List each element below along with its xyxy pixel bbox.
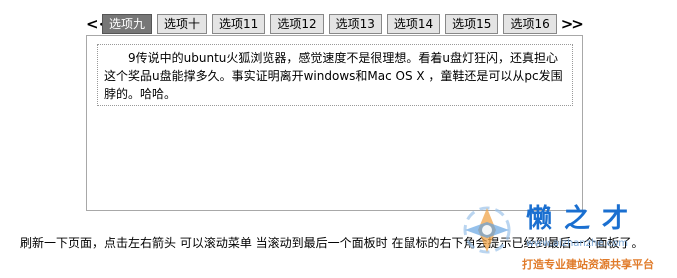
tab-option-13[interactable]: 选项13 [328,14,382,34]
tab-option-9[interactable]: 选项九 [102,14,153,34]
tab-list: 选项九 选项十 选项11 选项12 选项13 选项14 选项15 选项16 [102,14,557,34]
scroll-left-arrow[interactable]: << [86,14,111,34]
tab-bar: << 选项九 选项十 选项11 选项12 选项13 选项14 选项15 选项16… [86,14,584,34]
tab-option-12[interactable]: 选项12 [270,14,324,34]
tab-option-16[interactable]: 选项16 [503,14,557,34]
tab-option-11[interactable]: 选项11 [212,14,266,34]
panel-content: 9传说中的ubuntu火狐浏览器，感觉速度不是很理想。看着u盘灯狂闪，还真担心这… [97,44,573,106]
scroll-right-arrow[interactable]: >> [561,14,584,34]
instruction-caption: 刷新一下页面，点击左右箭头 可以滚动菜单 当滚动到最后一个面板时 在鼠标的右下角… [20,236,644,250]
tab-option-10[interactable]: 选项十 [157,14,208,34]
tab-panel: 9传说中的ubuntu火狐浏览器，感觉速度不是很理想。看着u盘灯狂闪，还真担心这… [86,35,583,211]
watermark-slogan: 打造专业建站资源共享平台 [522,258,654,271]
tab-option-14[interactable]: 选项14 [386,14,441,34]
tab-option-15[interactable]: 选项15 [445,14,499,34]
